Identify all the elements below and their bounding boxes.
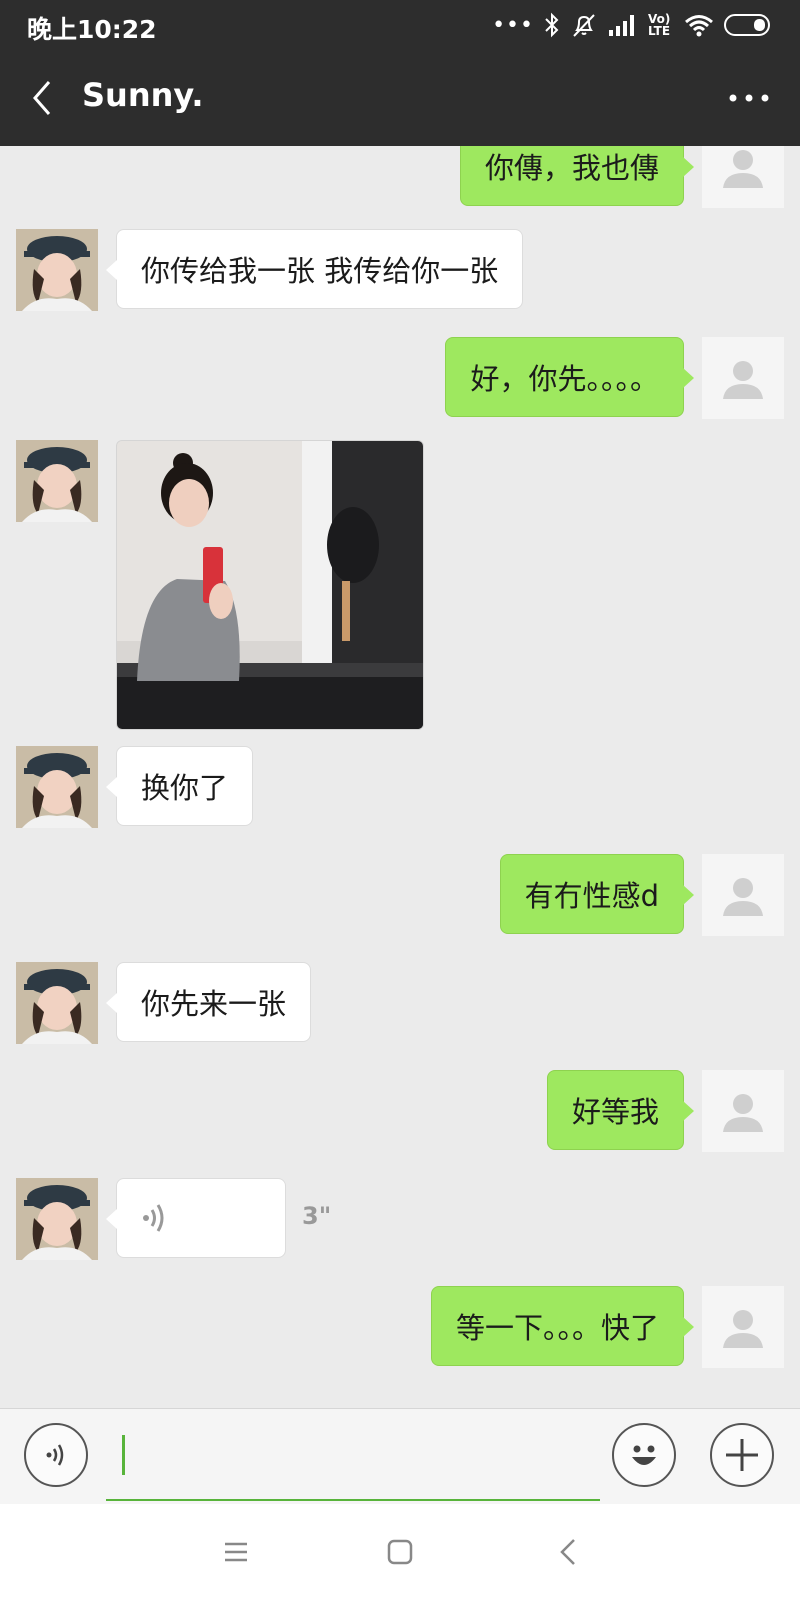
battery-icon: [724, 14, 770, 36]
incoming-message-bubble[interactable]: 你先来一张: [105, 962, 312, 1042]
message-row: 你傳，我也傳: [0, 146, 800, 208]
message-text: 有冇性感d: [524, 879, 659, 913]
menu-icon: [225, 1542, 247, 1562]
emoji-icon: [632, 1445, 656, 1465]
status-bar: 晚上10:22 ••• Vo) LTE: [0, 0, 800, 50]
outgoing-message-bubble[interactable]: 好，你先。。。。: [445, 337, 694, 417]
silent-bell-icon: [573, 14, 595, 37]
contact-avatar-photo: [16, 746, 98, 828]
back-button[interactable]: [24, 74, 60, 122]
wifi-icon: [685, 15, 713, 37]
status-icons: ••• Vo) LTE: [492, 10, 772, 40]
message-row: [0, 440, 800, 730]
chat-header: Sunny.: [0, 50, 800, 146]
image-message[interactable]: [116, 440, 424, 730]
message-row: 你先来一张: [0, 962, 800, 1044]
add-attachment-button[interactable]: [710, 1423, 774, 1487]
message-text: 换你了: [141, 771, 229, 805]
outgoing-message-bubble[interactable]: 好等我: [546, 1070, 695, 1150]
message-row: 换你了: [0, 746, 800, 828]
message-text: 好等我: [571, 1095, 659, 1129]
my-avatar[interactable]: [702, 146, 784, 208]
voice-icon: [46, 1444, 64, 1466]
contact-avatar[interactable]: [16, 962, 98, 1044]
contact-avatar-photo: [16, 962, 98, 1044]
message-text: 等一下。。。快了: [455, 1311, 659, 1345]
message-text: 你传给我一张 我传给你一张: [141, 254, 499, 288]
emoji-button[interactable]: [612, 1423, 676, 1487]
nav-menu-button[interactable]: [208, 1528, 264, 1576]
chat-title: Sunny.: [82, 76, 204, 114]
my-avatar[interactable]: [702, 337, 784, 419]
my-avatar[interactable]: [702, 854, 784, 936]
plus-icon: [726, 1439, 758, 1471]
text-caret: [122, 1435, 125, 1475]
message-list[interactable]: 你傳，我也傳 你传给我一张 我传给你一张 好，你先。。。。 换你了 有冇性感d …: [0, 146, 800, 1408]
message-text: 好，你先。。。。: [470, 362, 659, 396]
volte-label: Vo) LTE: [648, 12, 671, 38]
contact-avatar[interactable]: [16, 229, 98, 311]
outgoing-message-bubble[interactable]: 有冇性感d: [499, 854, 695, 934]
default-user-icon: [723, 1310, 763, 1348]
voice-duration: 3": [302, 1202, 332, 1230]
my-avatar[interactable]: [702, 1070, 784, 1152]
more-dots-icon: [729, 94, 769, 102]
signal-icon: [609, 15, 634, 36]
more-options-button[interactable]: [724, 80, 774, 116]
outgoing-message-bubble[interactable]: 你傳，我也傳: [459, 146, 695, 206]
system-nav-bar: [0, 1504, 800, 1600]
nav-home-button[interactable]: [372, 1528, 428, 1576]
composer-bar: [0, 1408, 800, 1505]
contact-avatar[interactable]: [16, 440, 98, 522]
contact-avatar-photo: [16, 440, 98, 522]
message-input[interactable]: [106, 1421, 600, 1501]
my-avatar[interactable]: [702, 1286, 784, 1368]
message-text: 你傳，我也傳: [484, 151, 659, 185]
message-row: 有冇性感d: [0, 854, 800, 936]
contact-avatar-photo: [16, 1178, 98, 1260]
voice-input-toggle-button[interactable]: [24, 1423, 88, 1487]
default-user-icon: [723, 361, 763, 399]
message-row: 你传给我一张 我传给你一张: [0, 229, 800, 311]
chevron-left-icon: [33, 81, 51, 115]
message-row: 好等我: [0, 1070, 800, 1152]
incoming-message-bubble[interactable]: 你传给我一张 我传给你一张: [105, 229, 524, 309]
outgoing-message-bubble[interactable]: 等一下。。。快了: [430, 1286, 695, 1366]
bluetooth-icon: [545, 12, 559, 38]
default-user-icon: [723, 1094, 763, 1132]
contact-avatar-photo: [16, 229, 98, 311]
selfie-photo: [117, 441, 423, 729]
home-square-icon: [387, 1539, 413, 1565]
message-row: 好，你先。。。。: [0, 337, 800, 419]
message-row: 等一下。。。快了: [0, 1286, 800, 1368]
default-user-icon: [723, 878, 763, 916]
message-text: 你先来一张: [141, 987, 287, 1021]
contact-avatar[interactable]: [16, 1178, 98, 1260]
more-dots-status: •••: [492, 12, 534, 38]
default-user-icon: [723, 150, 763, 188]
nav-back-button[interactable]: [540, 1528, 596, 1576]
voice-message-bubble[interactable]: [106, 1178, 286, 1258]
incoming-message-bubble[interactable]: 换你了: [105, 746, 254, 826]
status-time: 晚上10:22: [27, 15, 157, 44]
contact-avatar[interactable]: [16, 746, 98, 828]
message-row: 3": [0, 1178, 800, 1260]
voice-wave-icon: [143, 1204, 164, 1232]
nav-back-icon: [560, 1539, 575, 1565]
